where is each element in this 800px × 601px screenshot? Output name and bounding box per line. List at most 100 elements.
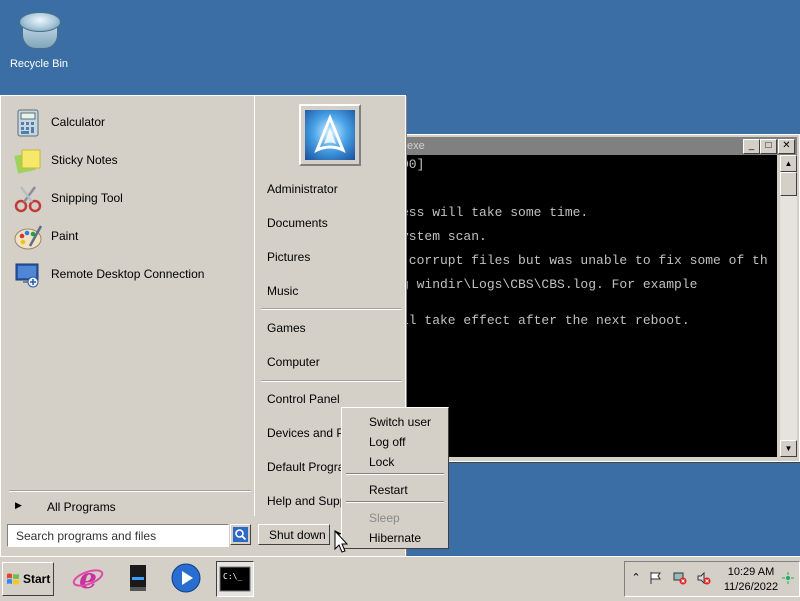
svg-text:e: e [79, 562, 97, 595]
close-button[interactable]: ✕ [778, 139, 795, 154]
recycle-bin-icon [16, 8, 62, 54]
search-icon [233, 527, 248, 542]
action-center-flag-icon[interactable] [649, 571, 663, 585]
sticky-notes-icon [14, 149, 41, 174]
svg-text:C:\_: C:\_ [223, 572, 242, 581]
program-remote-desktop[interactable]: Remote Desktop Connection [11, 258, 247, 292]
scroll-up-icon[interactable]: ▲ [780, 155, 797, 172]
mouse-cursor-icon [334, 530, 349, 553]
search-placeholder: Search programs and files [16, 529, 157, 543]
console-window[interactable]: exe _ □ ✕ 00] ess will take some time. y… [398, 134, 800, 462]
chevron-up-icon[interactable]: ⌃ [629, 571, 643, 585]
program-label: Paint [51, 229, 79, 243]
chevron-right-icon: ▶ [15, 500, 22, 510]
command-prompt-icon: C:\_ [219, 566, 251, 592]
console-line: ess will take some time. [401, 205, 589, 220]
places-item-label: Music [267, 284, 299, 298]
volume-icon[interactable] [697, 571, 711, 585]
menu-item-label: Log off [369, 435, 406, 449]
menu-item-hibernate[interactable]: Hibernate [344, 528, 446, 546]
all-programs-label: All Programs [47, 500, 116, 514]
recycle-bin-desktop-icon[interactable]: Recycle Bin [6, 6, 72, 70]
clock-date: 11/26/2022 [723, 581, 779, 593]
start-button[interactable]: Start [2, 562, 54, 596]
places-item-label: Pictures [267, 250, 311, 264]
divider [346, 501, 444, 503]
remote-desktop-icon [15, 263, 39, 288]
system-tray: ⌃ 10:29 AM 11/26/2022 [624, 561, 800, 597]
shutdown-button[interactable]: Shut down [258, 524, 330, 545]
menu-item-label: Hibernate [369, 531, 422, 545]
taskbar-server-manager[interactable] [120, 561, 156, 595]
menu-item-lock[interactable]: Lock [344, 452, 446, 470]
console-line: corrupt files but was unable to fix some… [401, 253, 768, 268]
console-output[interactable]: 00] ess will take some time. ystem scan.… [401, 155, 777, 457]
places-item-label: Control Panel [267, 392, 340, 406]
taskbar-internet-explorer[interactable]: e [70, 561, 106, 595]
start-menu-programs-pane: Calculator Sticky Notes Snipping Tool Pa… [3, 98, 253, 518]
places-item-label: Documents [267, 216, 328, 230]
clock[interactable]: 10:29 AM 11/26/2022 [721, 565, 781, 595]
program-paint[interactable]: Paint [11, 220, 247, 254]
divider [261, 380, 401, 382]
power-options-menu: Switch user Log off Lock Restart Sleep H… [341, 407, 449, 549]
scroll-thumb[interactable] [780, 172, 797, 196]
console-line: g windir\Logs\CBS\CBS.log. For example [401, 277, 698, 292]
program-calculator[interactable]: Calculator [11, 106, 247, 140]
all-programs-button[interactable]: ▶ All Programs [9, 496, 249, 516]
program-label: Calculator [51, 115, 106, 129]
menu-item-label: Lock [369, 455, 395, 469]
places-item-label: Computer [267, 355, 320, 369]
recycle-bin-label: Recycle Bin [9, 58, 69, 70]
program-label: Sticky Notes [51, 153, 118, 167]
paint-palette-icon [14, 225, 43, 250]
taskbar: Start e C:\_ ⌃ 10:29 AM 11/26/2022 [0, 556, 800, 601]
places-item-pictures[interactable]: Pictures [261, 246, 399, 268]
program-sticky-notes[interactable]: Sticky Notes [11, 144, 247, 178]
places-item-administrator[interactable]: Administrator [261, 178, 399, 200]
places-item-label: Games [267, 321, 306, 335]
media-player-icon [171, 563, 201, 593]
search-input[interactable]: Search programs and files [7, 524, 229, 547]
scissors-icon [14, 186, 42, 213]
places-item-documents[interactable]: Documents [261, 212, 399, 234]
taskbar-command-prompt[interactable]: C:\_ [216, 561, 254, 597]
taskbar-media-player[interactable] [168, 561, 204, 595]
places-item-music[interactable]: Music [261, 280, 399, 302]
console-scrollbar[interactable]: ▲ ▼ [780, 155, 797, 457]
show-desktop-icon[interactable] [781, 571, 795, 585]
menu-item-log-off[interactable]: Log off [344, 432, 446, 450]
divider [254, 96, 255, 516]
menu-item-label: Restart [369, 483, 408, 497]
clock-time: 10:29 AM [727, 566, 775, 578]
maximize-button[interactable]: □ [760, 139, 777, 154]
user-picture-icon [314, 114, 346, 153]
places-item-games[interactable]: Games [261, 317, 399, 339]
program-label: Snipping Tool [51, 191, 123, 205]
program-label: Remote Desktop Connection [51, 267, 205, 281]
network-icon[interactable] [673, 571, 687, 585]
server-manager-icon [130, 565, 146, 591]
menu-item-label: Sleep [369, 511, 400, 525]
divider [9, 490, 251, 492]
console-line: ll take effect after the next reboot. [401, 313, 690, 328]
program-snipping-tool[interactable]: Snipping Tool [11, 182, 247, 216]
console-line: ystem scan. [401, 229, 487, 244]
user-avatar[interactable] [299, 104, 361, 166]
menu-item-label: Switch user [369, 415, 432, 429]
menu-item-switch-user[interactable]: Switch user [344, 412, 446, 430]
places-item-label: Administrator [267, 182, 338, 196]
console-title: exe [407, 140, 425, 152]
divider [261, 308, 401, 310]
shutdown-label: Shut down [269, 528, 326, 542]
menu-item-sleep: Sleep [344, 508, 446, 526]
start-label: Start [23, 572, 51, 586]
scroll-down-icon[interactable]: ▼ [780, 440, 797, 457]
internet-explorer-icon: e [72, 562, 104, 595]
search-button[interactable] [230, 524, 251, 545]
minimize-button[interactable]: _ [743, 139, 760, 154]
menu-item-restart[interactable]: Restart [344, 480, 446, 498]
console-titlebar[interactable]: exe _ □ ✕ [401, 137, 797, 155]
places-item-computer[interactable]: Computer [261, 351, 399, 373]
windows-logo-icon [7, 573, 19, 585]
